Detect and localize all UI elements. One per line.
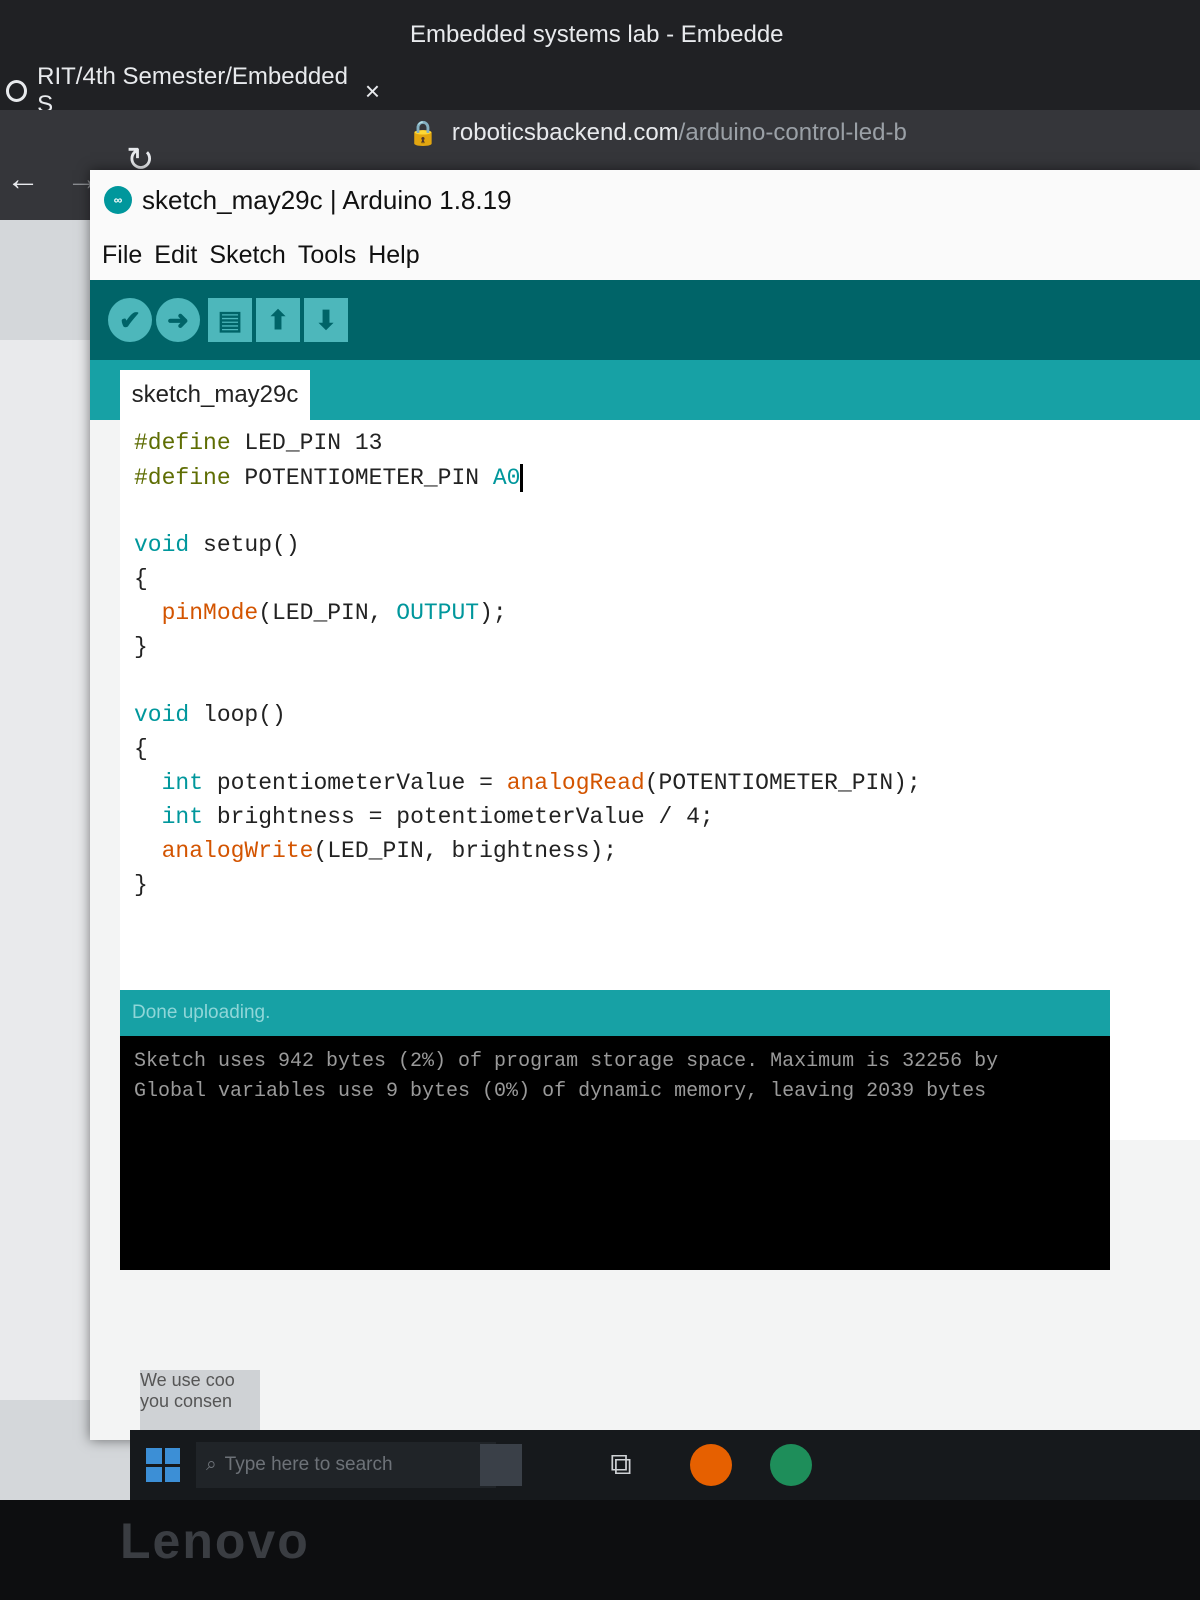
code-line: }: [134, 634, 148, 660]
console-line: Global variables use 9 bytes (0%) of dyn…: [134, 1080, 987, 1103]
edge-icon[interactable]: [770, 1444, 812, 1486]
code-line: {: [134, 736, 148, 762]
new-file-icon: ▤: [217, 304, 243, 335]
address-bar[interactable]: 🔒 roboticsbackend.com /arduino-control-l…: [400, 110, 1200, 156]
code-line: void setup(): [134, 532, 300, 558]
code-line: }: [134, 872, 148, 898]
url-path: /arduino-control-led-b: [678, 119, 907, 146]
console-status-bar: Done uploading.: [120, 990, 1110, 1036]
taskbar: ⌕ Type here to search ⧉: [130, 1430, 1200, 1500]
task-view-icon[interactable]: ⧉: [600, 1444, 642, 1486]
title-bar: ∞ sketch_may29c | Arduino 1.8.19: [90, 170, 1200, 230]
cookie-banner: We use coo you consen: [140, 1370, 260, 1430]
url-host: roboticsbackend.com: [451, 119, 679, 146]
code-line: #define POTENTIOMETER_PIN A0: [134, 464, 524, 492]
browser-tab-strip: RIT/4th Semester/Embedded S × Embedded s…: [0, 0, 1200, 118]
new-button[interactable]: ▤: [208, 298, 252, 342]
upload-status: Done uploading.: [132, 1002, 271, 1023]
console-line: Sketch uses 942 bytes (2%) of program st…: [134, 1050, 999, 1073]
code-line: int potentiometerValue = analogRead(POTE…: [161, 770, 921, 796]
arrow-up-icon: ⬆: [267, 304, 289, 335]
close-icon[interactable]: ×: [365, 76, 380, 107]
search-placeholder: Type here to search: [224, 1454, 393, 1475]
code-line: {: [134, 566, 148, 592]
code-line: pinMode(LED_PIN, OUTPUT);: [161, 600, 507, 626]
firefox-icon[interactable]: [690, 1444, 732, 1486]
upload-button[interactable]: ➜: [156, 298, 200, 342]
taskbar-search[interactable]: ⌕ Type here to search: [196, 1442, 496, 1488]
code-line: #define LED_PIN 13: [134, 430, 383, 456]
verify-button[interactable]: ✔: [108, 298, 152, 342]
arduino-logo-icon: ∞: [104, 186, 132, 214]
tab-label: Embedded systems lab - Embedde: [410, 21, 784, 48]
code-line: analogWrite(LED_PIN, brightness);: [161, 838, 618, 864]
browser-tab-embedded-lab[interactable]: Embedded systems lab - Embedde: [410, 10, 1200, 60]
browser-tab-github[interactable]: RIT/4th Semester/Embedded S ×: [0, 63, 380, 118]
lock-icon: 🔒: [408, 119, 438, 147]
back-icon[interactable]: ←: [6, 160, 40, 199]
monitor-brand-logo: Lenovo: [120, 1513, 310, 1569]
window-title: sketch_may29c | Arduino 1.8.19: [142, 184, 512, 215]
menu-help[interactable]: Help: [368, 241, 419, 270]
cookie-text: We use coo: [140, 1370, 235, 1390]
open-button[interactable]: ⬆: [256, 298, 300, 342]
ide-toolbar: ✔ ➜ ▤ ⬆ ⬇: [90, 280, 1200, 360]
code-line: int brightness = potentiometerValue / 4;: [161, 804, 714, 830]
arrow-down-icon: ⬇: [315, 304, 337, 335]
github-icon: [6, 80, 28, 102]
menu-bar: File Edit Sketch Tools Help: [90, 230, 1200, 280]
taskbar-app-icon[interactable]: [480, 1444, 522, 1486]
menu-edit[interactable]: Edit: [154, 241, 197, 270]
text-cursor: [520, 464, 524, 492]
monitor: RIT/4th Semester/Embedded S × Embedded s…: [0, 0, 1200, 1600]
tab-sketch-may29c[interactable]: sketch_may29c: [120, 370, 310, 420]
search-icon: ⌕: [206, 1454, 217, 1475]
save-button[interactable]: ⬇: [304, 298, 348, 342]
check-icon: ✔: [119, 304, 141, 335]
code-line: void loop(): [134, 702, 286, 728]
menu-sketch[interactable]: Sketch: [209, 241, 285, 270]
menu-tools[interactable]: Tools: [298, 241, 356, 270]
windows-start-icon[interactable]: [146, 1448, 180, 1482]
console-output: Sketch uses 942 bytes (2%) of program st…: [120, 1036, 1110, 1270]
arrow-right-icon: ➜: [167, 304, 189, 335]
menu-file[interactable]: File: [102, 241, 142, 270]
cookie-text: you consen: [140, 1391, 233, 1411]
